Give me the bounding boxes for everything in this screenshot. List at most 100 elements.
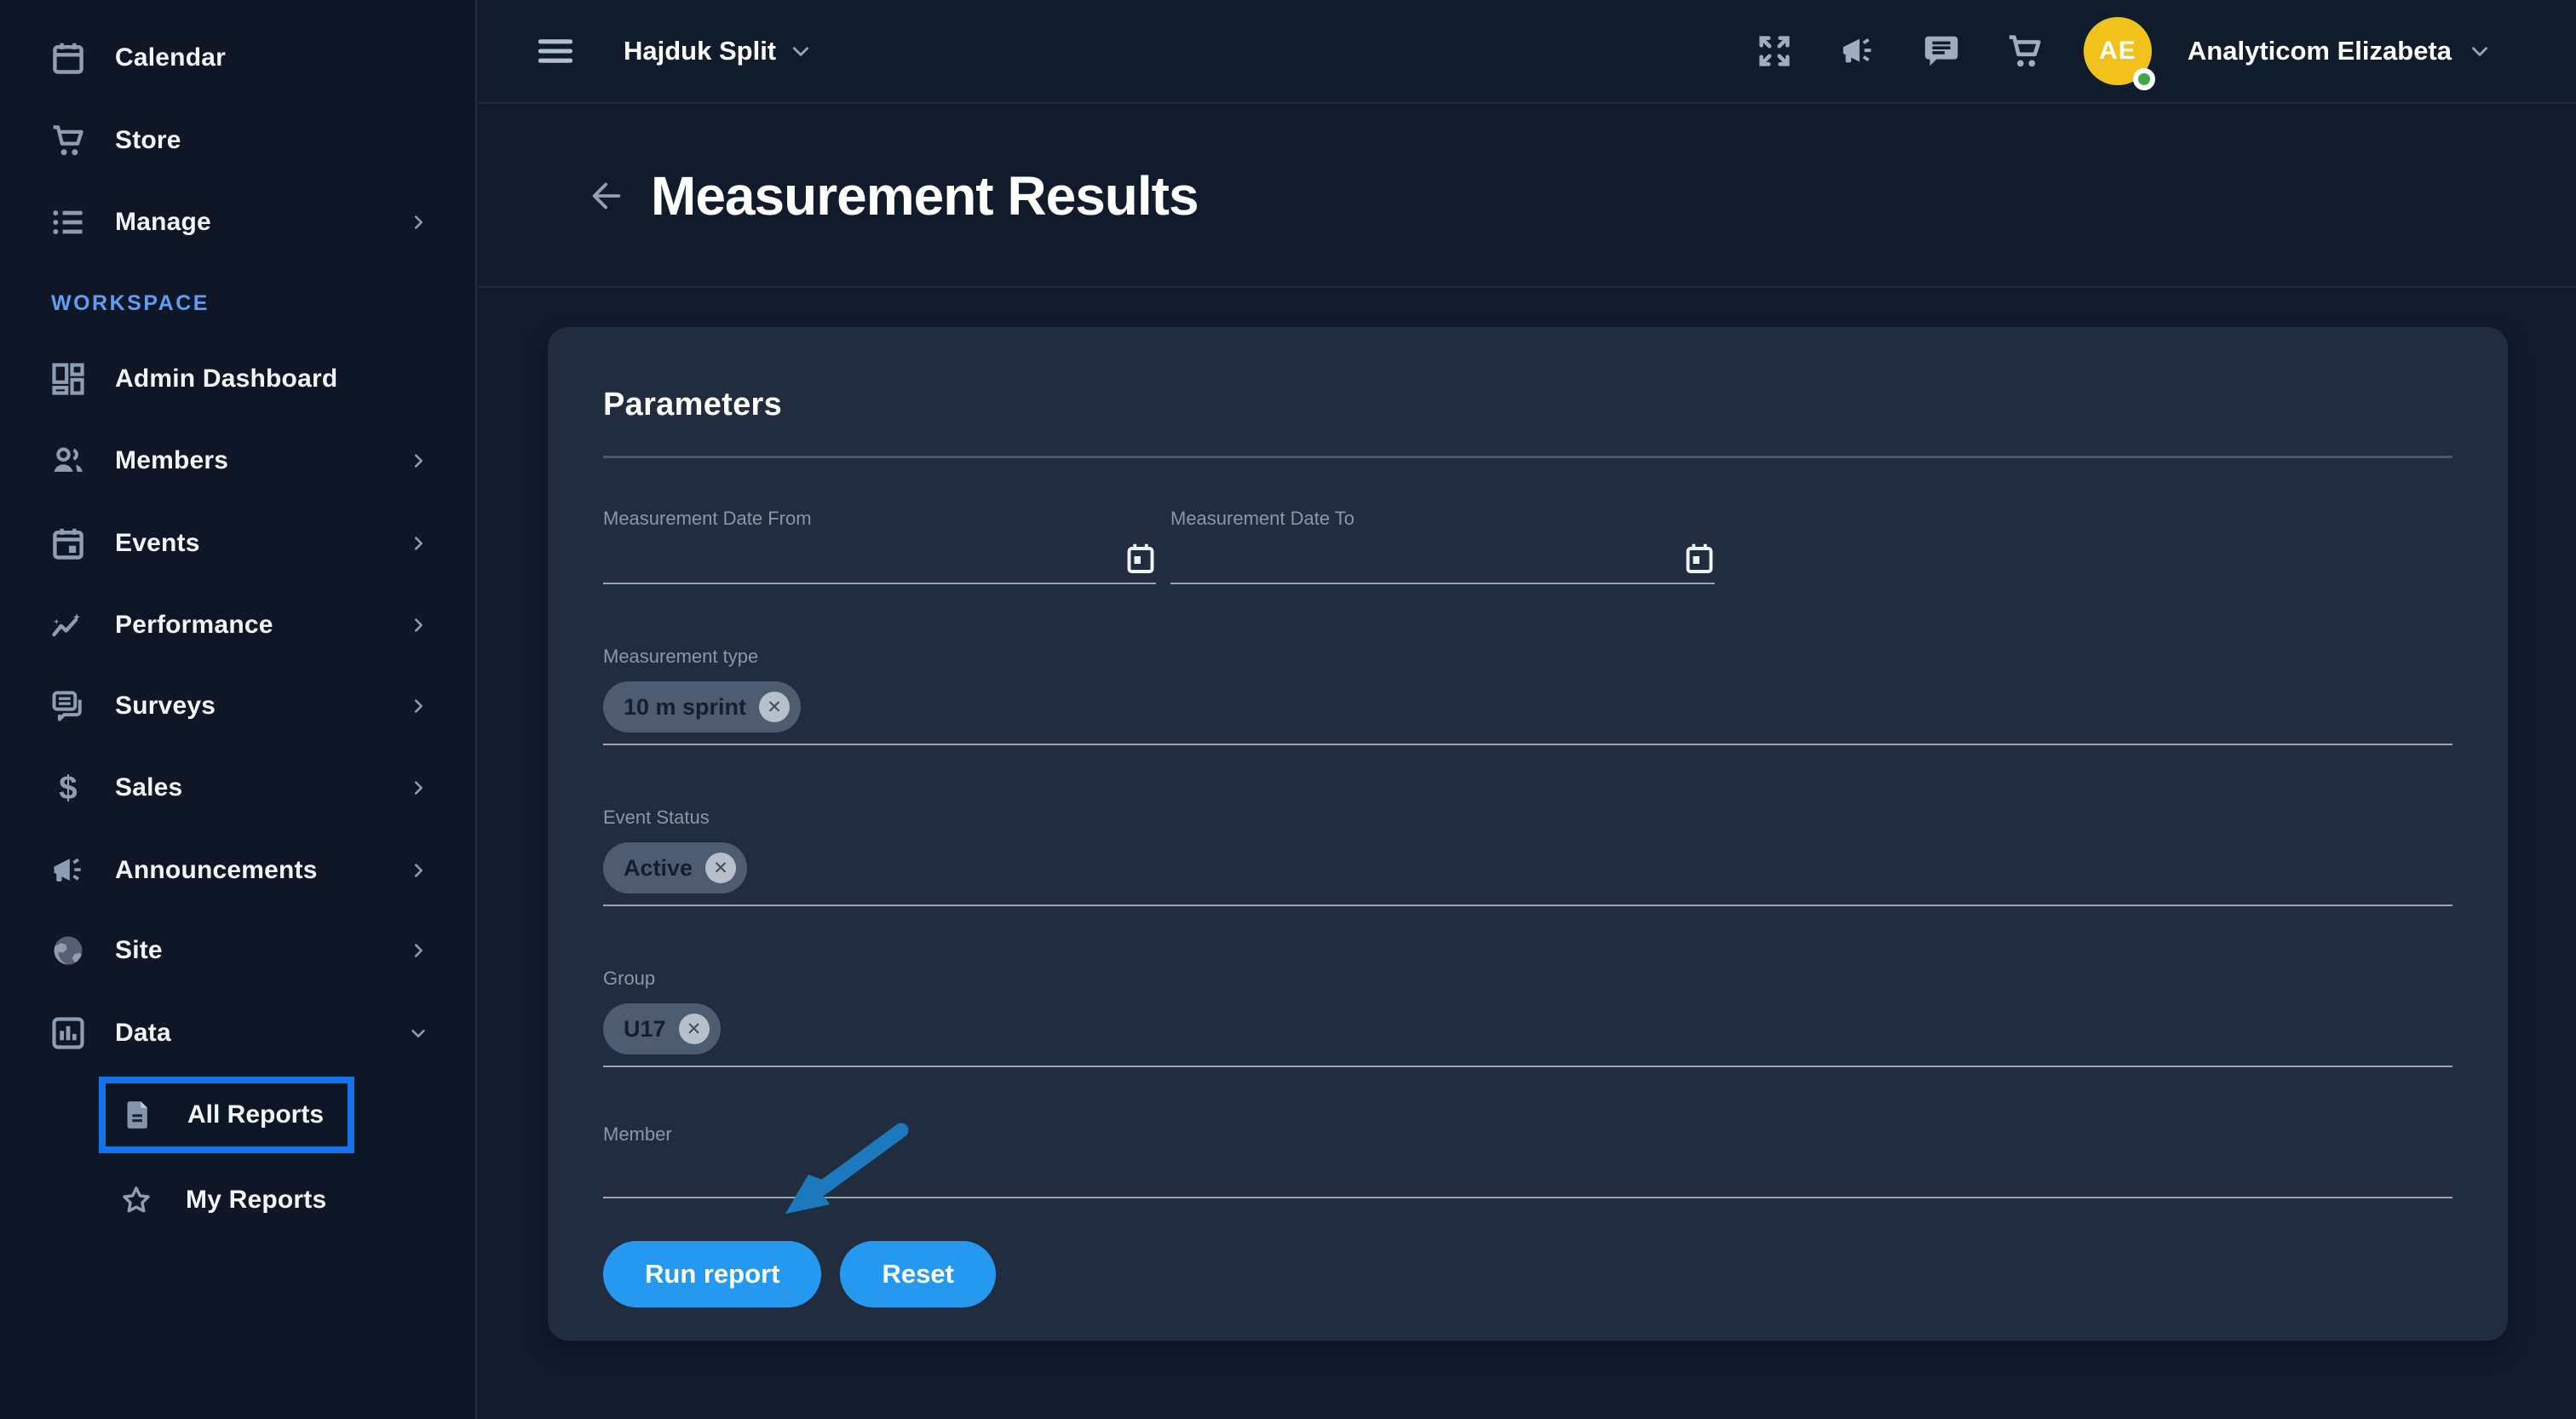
trending-chart-icon <box>49 606 87 644</box>
workspace-section-label: WORKSPACE <box>51 291 210 316</box>
sidebar-item-store[interactable]: Store <box>0 99 477 181</box>
sidebar-item-data[interactable]: Data <box>0 991 477 1074</box>
sidebar-item-surveys[interactable]: Surveys <box>0 664 477 747</box>
sidebar-item-label: All Reports <box>187 1100 324 1129</box>
user-menu[interactable]: Analyticom Elizabeta <box>2188 36 2491 66</box>
field-label: Measurement Date From <box>603 508 1156 530</box>
measurement-type-field[interactable]: Measurement type 10 m sprint ✕ <box>603 646 2452 745</box>
field-label: Member <box>603 1123 672 1145</box>
sidebar-item-label: Announcements <box>115 856 318 885</box>
chip-zone: 10 m sprint ✕ <box>603 681 2452 732</box>
chip-zone: U17 ✕ <box>603 1003 2452 1054</box>
remove-chip-icon[interactable]: ✕ <box>705 853 736 883</box>
chevron-right-icon <box>409 213 428 232</box>
svg-text:$: $ <box>59 769 77 806</box>
reset-button[interactable]: Reset <box>840 1241 995 1307</box>
sidebar-item-label: Manage <box>115 208 211 237</box>
measurement-date-to-field[interactable]: Measurement Date To <box>1156 508 1715 584</box>
topbar-actions: AE Analyticom Elizabeta <box>1711 17 2491 85</box>
topbar: Hajduk Split <box>479 0 2576 104</box>
team-name: Hajduk Split <box>624 36 776 66</box>
remove-chip-icon[interactable]: ✕ <box>679 1014 710 1044</box>
list-icon <box>49 204 87 241</box>
actions-row: Run report Reset <box>603 1241 2452 1307</box>
chevron-down-icon <box>409 1024 428 1043</box>
chip-zone: Active ✕ <box>603 842 2452 893</box>
calendar-icon <box>49 39 87 77</box>
chevron-right-icon <box>409 861 428 880</box>
sidebar-item-site[interactable]: Site <box>0 909 477 991</box>
sidebar-item-announcements[interactable]: Announcements <box>0 829 477 911</box>
forum-icon <box>49 687 87 725</box>
sidebar-item-members[interactable]: Members <box>0 419 477 502</box>
chevron-down-icon <box>2469 40 2491 62</box>
sidebar-item-label: Site <box>115 936 163 965</box>
measurement-date-from-field[interactable]: Measurement Date From <box>603 508 1156 584</box>
sidebar-item-label: My Reports <box>186 1186 326 1215</box>
sidebar-item-admin-dashboard[interactable]: Admin Dashboard <box>0 337 477 420</box>
document-icon <box>121 1098 155 1132</box>
avatar[interactable]: AE <box>2084 17 2152 85</box>
sidebar-item-label: Members <box>115 446 228 475</box>
chevron-right-icon <box>409 534 428 553</box>
sidebar-item-label: Admin Dashboard <box>115 365 337 394</box>
date-range-row: Measurement Date From Measurement Date T… <box>603 508 1715 584</box>
sidebar-item-label: Data <box>115 1019 171 1048</box>
page-title: Measurement Results <box>651 164 1199 227</box>
chat-message-icon[interactable] <box>1922 32 1961 71</box>
chevron-right-icon <box>409 697 428 715</box>
field-label: Measurement type <box>603 646 758 667</box>
measurement-type-chip: 10 m sprint ✕ <box>603 681 801 732</box>
dashboard-icon <box>49 360 87 398</box>
group-chip: U17 ✕ <box>603 1003 721 1054</box>
star-icon <box>119 1183 153 1217</box>
sidebar-item-manage[interactable]: Manage <box>0 181 477 263</box>
sidebar-item-label: Surveys <box>115 692 216 721</box>
globe-icon <box>49 932 87 969</box>
people-icon <box>49 442 87 480</box>
fullscreen-icon[interactable] <box>1755 32 1794 71</box>
sidebar-item-label: Calendar <box>115 43 226 72</box>
event-status-field[interactable]: Event Status Active ✕ <box>603 807 2452 906</box>
back-arrow-icon[interactable] <box>588 176 627 215</box>
event-status-chip: Active ✕ <box>603 842 747 893</box>
chevron-right-icon <box>409 616 428 635</box>
sidebar-item-performance[interactable]: Performance <box>0 583 477 666</box>
sidebar-item-calendar[interactable]: Calendar <box>0 16 477 99</box>
chevron-right-icon <box>409 451 428 470</box>
sidebar-item-label: Events <box>115 529 200 558</box>
sidebar-item-label: Store <box>115 126 181 155</box>
chevron-right-icon <box>409 941 428 960</box>
calendar-picker-icon[interactable] <box>1125 542 1156 576</box>
sidebar-item-sales[interactable]: $ Sales <box>0 746 477 829</box>
field-label: Group <box>603 968 655 989</box>
hamburger-menu-icon[interactable] <box>538 37 572 65</box>
megaphone-icon[interactable] <box>1838 32 1877 71</box>
calendar-picker-icon[interactable] <box>1684 542 1715 576</box>
chip-label: U17 <box>624 1016 666 1043</box>
shopping-cart-icon[interactable] <box>2005 32 2044 71</box>
sidebar-item-all-reports-highlighted[interactable]: All Reports <box>99 1077 354 1153</box>
chevron-right-icon <box>409 778 428 797</box>
parameters-title: Parameters <box>603 387 2452 423</box>
dollar-icon: $ <box>49 769 87 807</box>
team-selector[interactable]: Hajduk Split <box>624 36 812 66</box>
date-from-input[interactable] <box>603 535 1156 584</box>
member-field[interactable]: Member <box>603 1123 2452 1198</box>
user-name: Analyticom Elizabeta <box>2188 36 2452 66</box>
sidebar-item-my-reports[interactable]: My Reports <box>0 1158 477 1241</box>
group-field[interactable]: Group U17 ✕ <box>603 968 2452 1067</box>
bar-chart-icon <box>49 1014 87 1052</box>
parameters-card: Parameters Measurement Date From Measure… <box>548 327 2508 1341</box>
member-input[interactable] <box>603 1146 2452 1197</box>
megaphone-icon <box>49 852 87 889</box>
remove-chip-icon[interactable]: ✕ <box>759 692 790 722</box>
sidebar-item-events[interactable]: Events <box>0 502 477 584</box>
sidebar: Calendar Store Manage WORKSPACE Admin Da <box>0 0 477 1419</box>
run-report-button[interactable]: Run report <box>603 1241 821 1307</box>
chip-label: 10 m sprint <box>624 694 746 721</box>
sidebar-item-label: Sales <box>115 773 182 802</box>
page-header: Measurement Results <box>479 106 2576 288</box>
avatar-initials: AE <box>2099 37 2136 66</box>
date-to-input[interactable] <box>1170 535 1715 584</box>
